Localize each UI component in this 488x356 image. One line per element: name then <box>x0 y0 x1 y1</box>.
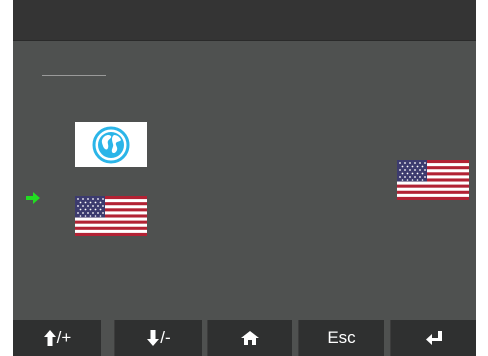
device-screen: /+ /- Esc <box>13 0 476 356</box>
globe-icon <box>92 126 130 163</box>
us-flag-icon <box>75 196 147 236</box>
us-flag-icon <box>397 160 469 200</box>
home-icon <box>241 331 259 345</box>
enter-icon <box>425 331 442 345</box>
home-button[interactable] <box>207 320 292 356</box>
softkey-bar: /+ /- Esc <box>13 320 476 356</box>
title-bar <box>13 0 476 41</box>
down-minus-label: /- <box>160 328 171 347</box>
title-underline <box>42 75 106 76</box>
current-language-flag <box>397 160 469 200</box>
arrow-right-icon <box>26 192 40 204</box>
language-option-world[interactable] <box>75 122 147 167</box>
arrow-down-icon <box>147 330 160 346</box>
esc-label: Esc <box>327 328 356 347</box>
up-plus-button[interactable]: /+ <box>13 320 101 356</box>
down-minus-button[interactable]: /- <box>114 320 202 356</box>
arrow-up-icon <box>43 330 56 346</box>
enter-button[interactable] <box>390 320 476 356</box>
esc-button[interactable]: Esc <box>298 320 384 356</box>
up-plus-label: /+ <box>56 328 72 347</box>
language-option-english[interactable] <box>75 196 147 236</box>
